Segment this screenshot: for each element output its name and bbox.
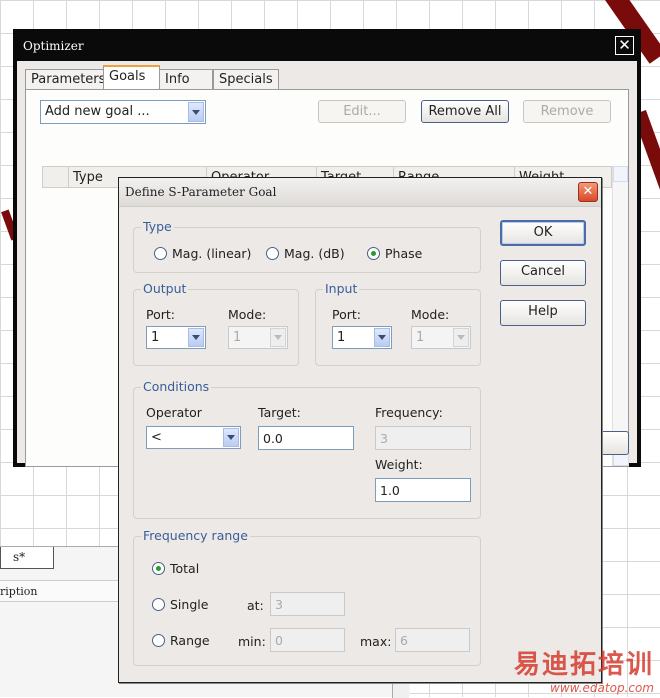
frequency-label: Frequency: [375,405,443,420]
radio-single[interactable]: Single [152,597,208,612]
max-input[interactable]: 6 [395,628,470,652]
dialog-titlebar: Define S-Parameter Goal ✕ [119,178,601,207]
conditions-group: Conditions Operator < Target: 0.0 Freque… [133,379,481,519]
output-legend: Output [141,281,189,296]
column-header-select [42,166,69,188]
watermark-brand: 易迪拓培训 [513,650,654,680]
operator-label: Operator [146,405,202,420]
help-button[interactable]: Help [500,300,586,326]
radio-total-label: Total [170,561,200,576]
min-input[interactable]: 0 [270,628,345,652]
input-port-value: 1 [337,330,346,345]
dialog-close-icon[interactable]: ✕ [578,182,598,202]
radio-circle-icon[interactable] [154,247,167,260]
at-input[interactable]: 3 [270,592,345,616]
chevron-down-icon[interactable] [453,328,469,347]
radio-circle-icon[interactable] [266,247,279,260]
radio-circle-icon[interactable] [152,598,165,611]
min-label: min: [238,634,266,649]
max-label: max: [360,634,392,649]
input-legend: Input [323,281,360,296]
optimizer-hidden-button[interactable] [599,431,629,455]
frequency-range-legend: Frequency range [141,528,250,543]
optimizer-close-icon[interactable]: ✕ [615,36,634,55]
tab-parameters[interactable]: Parameters [25,69,112,90]
ok-button[interactable]: OK [500,220,586,246]
type-group: Type Mag. (linear) Mag. (dB) Phase [133,219,481,273]
goals-scrollbar[interactable] [612,166,629,466]
output-group: Output Port: 1 Mode: 1 [133,281,299,366]
add-goal-select[interactable]: Add new goal ... [40,100,206,124]
operator-select[interactable]: < [146,426,241,449]
output-mode-value: 1 [233,330,242,345]
output-mode-label: Mode: [228,307,267,322]
frequency-input[interactable]: 3 [375,426,471,450]
dialog-title: Define S-Parameter Goal [125,185,277,199]
radio-phase-label: Phase [385,246,423,261]
input-mode-value: 1 [416,330,425,345]
target-input[interactable]: 0.0 [258,426,354,450]
tab-specials[interactable]: Specials [213,69,279,90]
chevron-down-icon[interactable] [374,328,390,347]
radio-total[interactable]: Total [152,561,199,576]
cancel-button[interactable]: Cancel [500,260,586,286]
weight-label: Weight: [375,457,423,472]
output-port-value: 1 [151,330,160,345]
radio-mag-db-label: Mag. (dB) [284,246,345,261]
chevron-down-icon[interactable] [270,328,286,347]
input-group: Input Port: 1 Mode: 1 [315,281,481,366]
radio-phase[interactable]: Phase [367,246,422,261]
frequency-range-group: Frequency range Total Single at: 3 Range… [133,528,481,666]
background-tab[interactable]: s* [0,547,54,569]
radio-range[interactable]: Range [152,633,210,648]
radio-selected-icon[interactable] [152,562,165,575]
chevron-down-icon[interactable] [223,428,239,447]
input-port-label: Port: [332,307,361,322]
operator-value: < [151,430,162,445]
scroll-up-icon[interactable] [613,166,628,182]
remove-button[interactable]: Remove [523,100,611,123]
radio-mag-linear-label: Mag. (linear) [172,246,252,261]
input-port-select[interactable]: 1 [332,326,392,349]
output-mode-select[interactable]: 1 [228,326,288,349]
optimizer-titlebar: Optimizer ✕ [17,33,637,61]
remove-all-button[interactable]: Remove All [421,100,509,123]
radio-mag-db[interactable]: Mag. (dB) [266,246,345,261]
weight-input[interactable]: 1.0 [375,478,471,502]
tab-info[interactable]: Info [159,69,213,90]
input-mode-label: Mode: [411,307,450,322]
column-fragment: ription [0,585,38,598]
tab-goals[interactable]: Goals [103,65,160,90]
output-port-select[interactable]: 1 [146,326,206,349]
watermark-url: www.edatop.com [550,681,654,695]
watermark: 易迪拓培训 www.edatop.com [514,644,654,695]
conditions-legend: Conditions [141,379,212,394]
radio-single-label: Single [170,597,209,612]
type-legend: Type [141,219,174,234]
radio-mag-linear[interactable]: Mag. (linear) [154,246,251,261]
radio-selected-icon[interactable] [367,247,380,260]
output-port-label: Port: [146,307,175,322]
input-mode-select[interactable]: 1 [411,326,471,349]
radio-range-label: Range [170,633,210,648]
chevron-down-icon[interactable] [188,102,204,122]
chevron-down-icon[interactable] [188,328,204,347]
target-label: Target: [258,405,301,420]
edit-button[interactable]: Edit... [318,100,406,123]
define-goal-dialog: Define S-Parameter Goal ✕ Type Mag. (lin… [118,177,602,683]
at-label: at: [247,598,264,613]
add-goal-value: Add new goal ... [45,104,150,119]
radio-circle-icon[interactable] [152,634,165,647]
optimizer-title: Optimizer [23,39,84,53]
